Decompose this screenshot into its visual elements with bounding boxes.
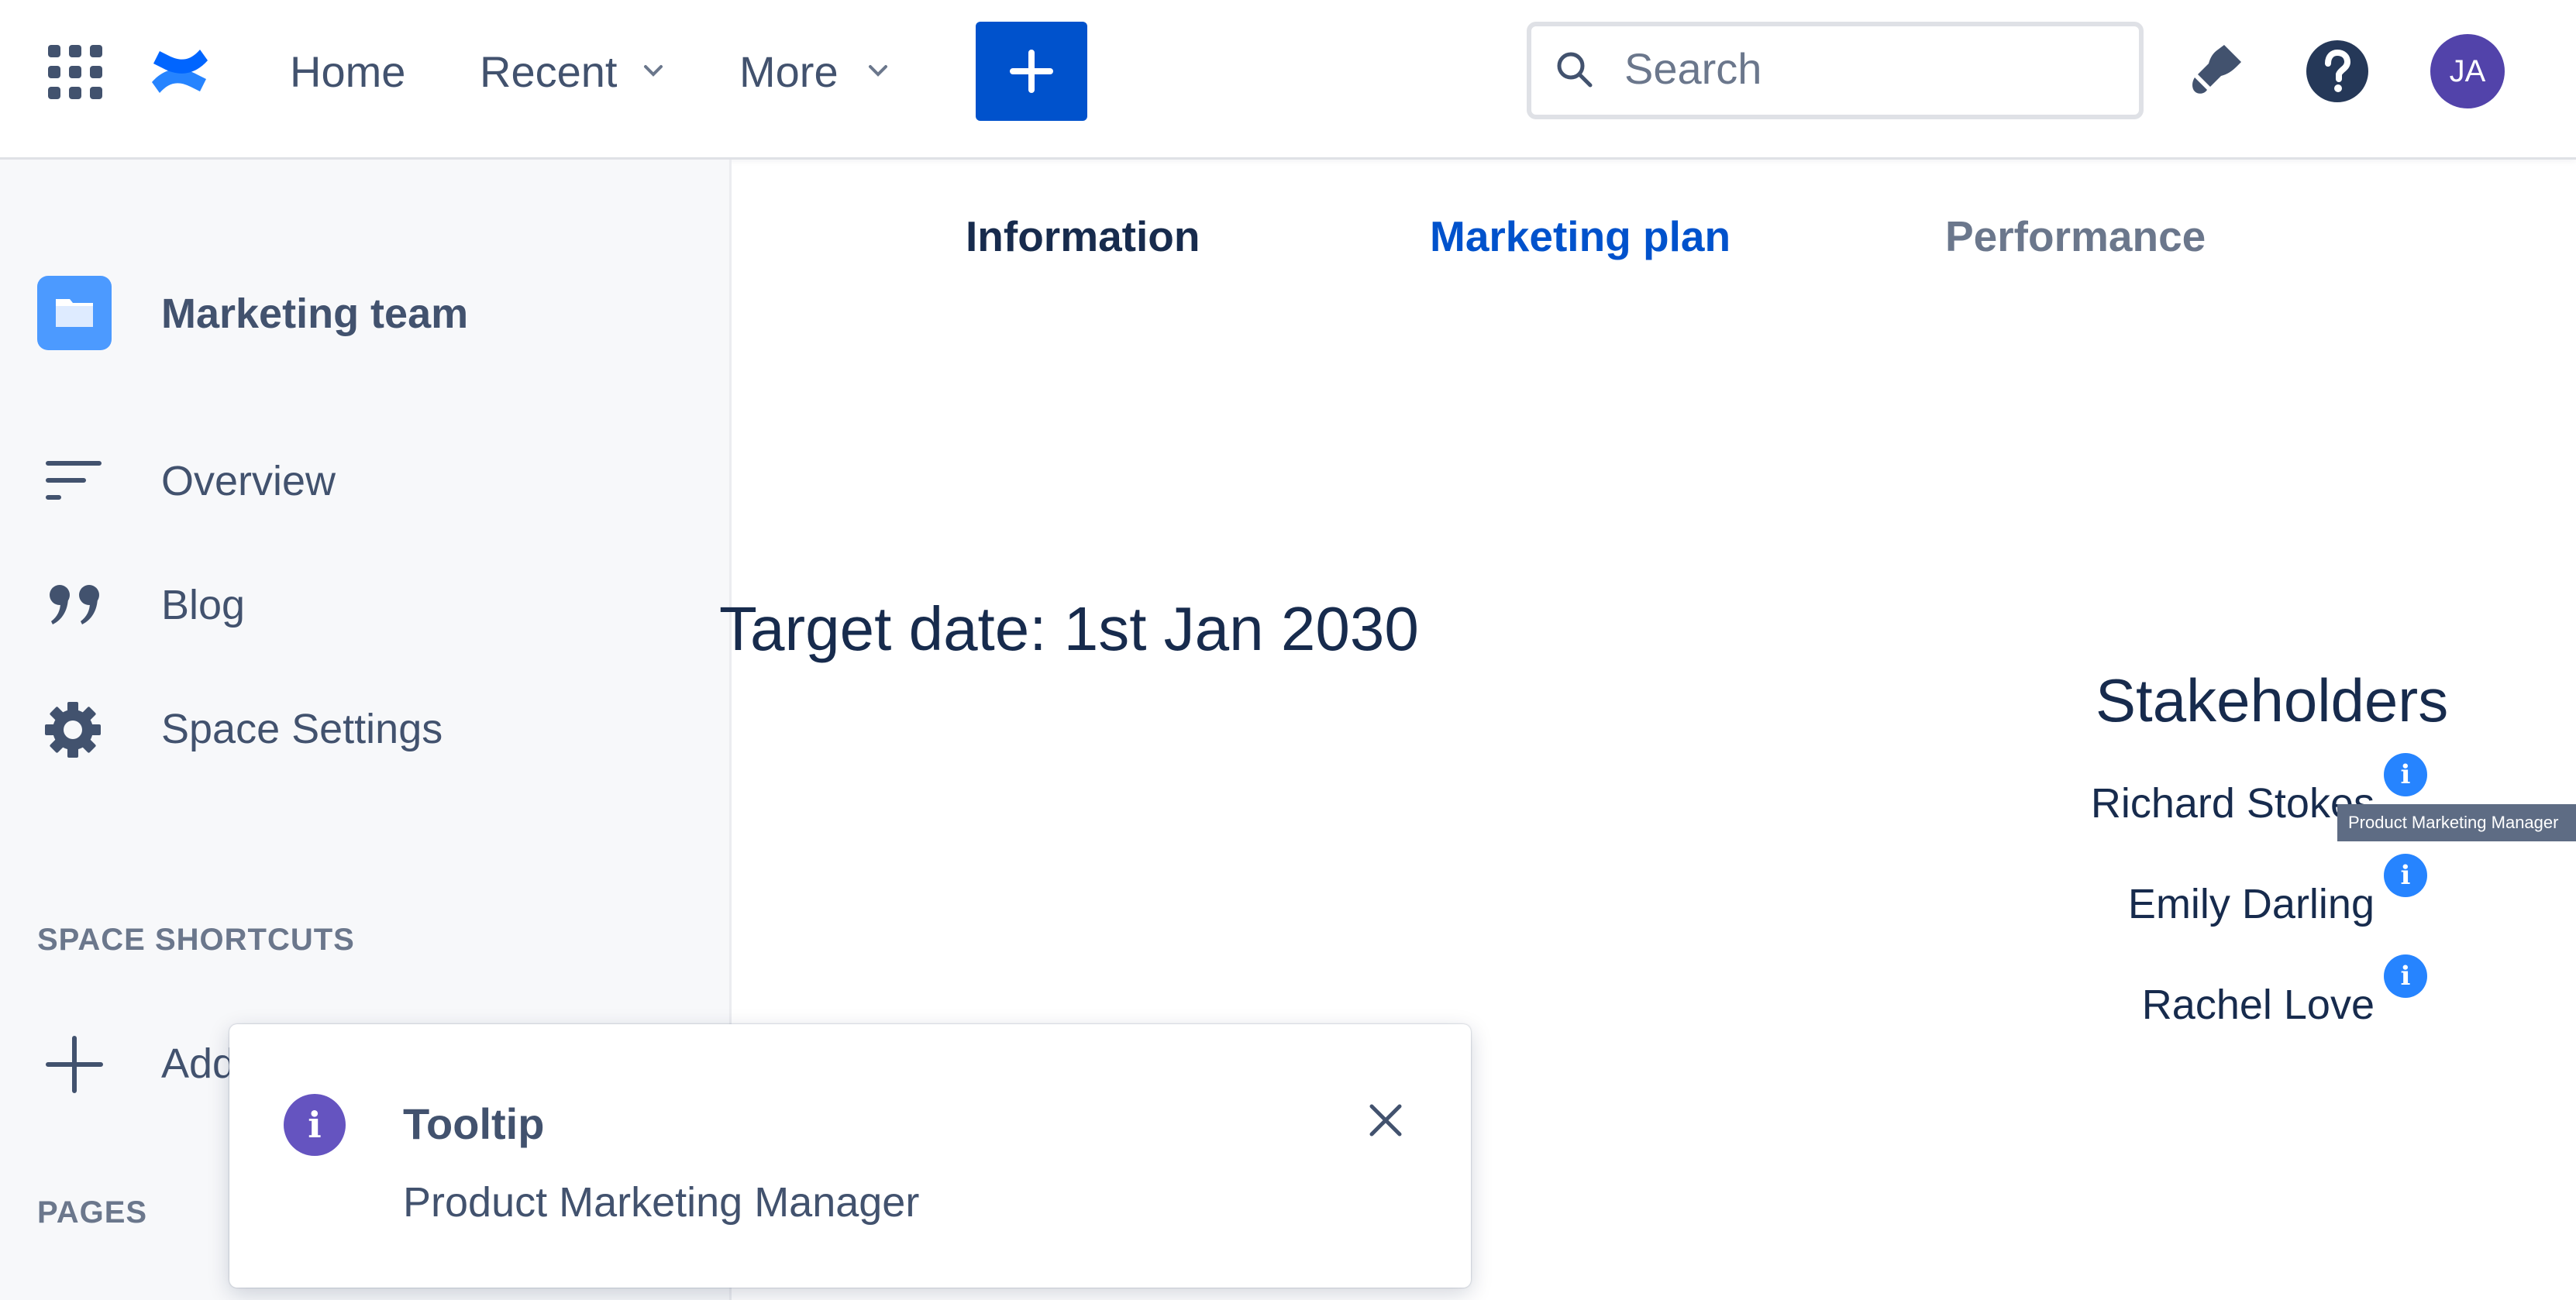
stakeholders-heading: Stakeholders bbox=[2096, 666, 2449, 734]
info-icon[interactable]: i bbox=[2384, 753, 2427, 796]
tab-performance[interactable]: Performance bbox=[1945, 209, 2206, 263]
info-icon: i bbox=[284, 1094, 346, 1156]
stakeholder-name: Rachel Love bbox=[2141, 982, 2375, 1028]
nav-home[interactable]: Home bbox=[290, 45, 405, 99]
stakeholder-name: Emily Darling bbox=[2127, 881, 2375, 927]
pages-header: PAGES bbox=[37, 1195, 148, 1229]
nav-recent[interactable]: Recent bbox=[480, 45, 617, 99]
info-icon[interactable]: i bbox=[2384, 854, 2427, 897]
confluence-logo-icon[interactable] bbox=[149, 42, 211, 101]
space-name[interactable]: Marketing team bbox=[161, 288, 468, 339]
quote-icon bbox=[50, 585, 99, 624]
sidebar-item-blog[interactable]: Blog bbox=[161, 579, 245, 631]
search-input[interactable] bbox=[1527, 22, 2144, 119]
flag-body: Product Marketing Manager bbox=[403, 1179, 920, 1226]
search-placeholder: Search bbox=[1624, 44, 1762, 93]
help-icon[interactable] bbox=[2305, 39, 2370, 104]
plus-icon bbox=[1010, 50, 1053, 93]
stakeholder-name: Richard Stokes bbox=[2090, 780, 2375, 827]
tooltip-flag: i Tooltip Product Marketing Manager bbox=[229, 1024, 1471, 1288]
notifications-bell-icon[interactable] bbox=[2187, 40, 2244, 99]
tab-information[interactable]: Information bbox=[966, 209, 1200, 263]
info-icon[interactable]: i bbox=[2384, 954, 2427, 998]
search-icon bbox=[1557, 52, 1593, 88]
gear-icon bbox=[45, 702, 101, 758]
sidebar-item-space-settings[interactable]: Space Settings bbox=[161, 703, 443, 755]
app-switcher-icon[interactable] bbox=[48, 45, 102, 99]
chevron-down-icon[interactable] bbox=[866, 59, 890, 82]
close-icon[interactable] bbox=[1362, 1097, 1409, 1144]
hover-tooltip: Product Marketing Manager bbox=[2337, 804, 2576, 841]
nav-more[interactable]: More bbox=[739, 45, 839, 99]
add-icon[interactable] bbox=[45, 1035, 104, 1094]
user-avatar[interactable]: JA bbox=[2430, 34, 2505, 108]
overview-lines-icon bbox=[46, 461, 102, 500]
create-button[interactable] bbox=[976, 22, 1087, 121]
target-date: Target date: 1st Jan 2030 bbox=[719, 594, 1419, 663]
space-folder-icon[interactable] bbox=[37, 276, 112, 350]
flag-title: Tooltip bbox=[403, 1099, 545, 1148]
tab-marketing-plan[interactable]: Marketing plan bbox=[1430, 209, 1731, 263]
chevron-down-icon[interactable] bbox=[642, 59, 665, 82]
sidebar-item-overview[interactable]: Overview bbox=[161, 456, 336, 507]
space-shortcuts-header: SPACE SHORTCUTS bbox=[37, 923, 355, 957]
